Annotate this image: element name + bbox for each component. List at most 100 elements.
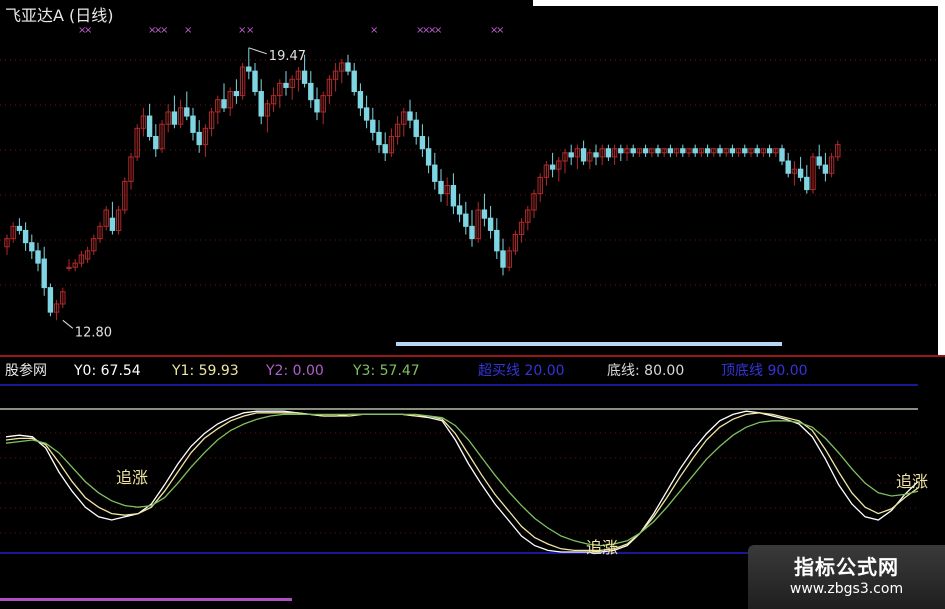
candle-body bbox=[816, 156, 822, 166]
candle-body bbox=[407, 111, 413, 121]
buy-signal-mark: × bbox=[246, 25, 254, 36]
candle-body bbox=[500, 250, 506, 268]
watermark-title: 指标公式网 bbox=[794, 555, 899, 579]
candle-body bbox=[35, 250, 41, 264]
candle-body bbox=[29, 242, 35, 252]
candle-body bbox=[252, 70, 258, 93]
candle-body bbox=[258, 91, 264, 117]
candle-body bbox=[456, 205, 463, 215]
candle-body bbox=[308, 82, 314, 101]
candle-body bbox=[704, 148, 711, 154]
candle-body bbox=[605, 148, 612, 158]
candle-body bbox=[432, 164, 438, 182]
candle-body bbox=[314, 99, 320, 113]
candle-body bbox=[376, 131, 382, 146]
price-band-bar bbox=[396, 342, 782, 346]
candle-body bbox=[41, 258, 47, 289]
high-price-pointer bbox=[248, 47, 267, 55]
candle-body bbox=[345, 62, 351, 72]
right-scale-strip bbox=[938, 0, 945, 355]
signal-label: 追涨 bbox=[586, 538, 618, 557]
top-scale-strip bbox=[533, 0, 945, 6]
candle-body bbox=[450, 185, 457, 207]
chart-canvas: ×× ××× × × × × ×××× ×× 19.4712.80 股参网 Y0: 67.54 Y… bbox=[0, 0, 945, 601]
candle-body bbox=[221, 99, 227, 109]
candle-body bbox=[153, 135, 159, 150]
y2-readout: Y2: 0.00 bbox=[265, 363, 324, 379]
buy-signal-mark: × bbox=[434, 25, 442, 36]
y3-readout: Y3: 57.47 bbox=[352, 363, 420, 379]
watermark: 指标公式网 www.zbgs3.com bbox=[748, 545, 945, 609]
candle-body bbox=[283, 82, 289, 88]
watermark-url: www.zbgs3.com bbox=[789, 581, 904, 597]
candle-body bbox=[469, 225, 475, 240]
candle-body bbox=[729, 148, 736, 154]
y1-readout: Y1: 59.93 bbox=[171, 363, 239, 379]
candle-body bbox=[754, 148, 760, 154]
candle-body bbox=[146, 115, 153, 137]
candle-body bbox=[184, 107, 190, 117]
buy-signal-mark: × bbox=[496, 25, 504, 36]
stock-name: 飞亚达A bbox=[5, 6, 64, 25]
candle-body bbox=[580, 148, 587, 162]
candle-body bbox=[742, 148, 748, 154]
candle-body bbox=[549, 164, 556, 170]
candle-body bbox=[487, 217, 494, 231]
candle-body bbox=[655, 148, 661, 154]
chart-title: 飞亚达A (日线) bbox=[5, 2, 114, 26]
indicator-name: 股参网 bbox=[5, 362, 47, 379]
signal-label: 追涨 bbox=[896, 472, 928, 491]
candle-body bbox=[246, 66, 252, 72]
candle-body bbox=[22, 229, 29, 244]
candle-body bbox=[779, 148, 785, 162]
buy-signal-mark: × bbox=[370, 25, 378, 36]
period-label: (日线) bbox=[69, 6, 114, 25]
candle-body bbox=[351, 70, 357, 93]
candle-body bbox=[109, 217, 116, 231]
candle-body bbox=[196, 131, 202, 146]
candle-body bbox=[419, 135, 426, 150]
candle-body bbox=[822, 164, 829, 174]
candle-body bbox=[568, 152, 574, 158]
candle-body bbox=[463, 213, 469, 227]
candle-body bbox=[804, 176, 810, 191]
candle-body bbox=[785, 160, 791, 174]
buy-signal-mark: × bbox=[84, 25, 92, 36]
line3-readout: 顶底线 90.00 bbox=[721, 363, 808, 379]
signal-label: 追涨 bbox=[116, 468, 148, 487]
candle-body bbox=[494, 229, 500, 252]
high-price-label: 19.47 bbox=[269, 49, 306, 64]
chart-stage: × × × × × × × × × × × × × × × 19.47 12.80 股参网 Y0: 67.54 Y… bbox=[0, 0, 945, 609]
candle-body bbox=[692, 148, 698, 154]
low-price-pointer bbox=[62, 319, 74, 329]
candle-body bbox=[425, 148, 432, 166]
candle-body bbox=[680, 148, 686, 154]
candle-body bbox=[301, 70, 308, 84]
candle-body bbox=[370, 119, 376, 133]
candle-body bbox=[413, 119, 419, 137]
candle-body bbox=[593, 152, 599, 158]
y0-readout: Y0: 67.54 bbox=[73, 363, 141, 379]
candle-body bbox=[797, 168, 804, 178]
bottom-purple-bar bbox=[0, 598, 292, 601]
candle-body bbox=[618, 148, 624, 154]
candle-body bbox=[438, 180, 444, 195]
candle-body bbox=[47, 287, 54, 313]
candle-body bbox=[16, 225, 23, 231]
buy-signal-mark: × bbox=[184, 25, 192, 36]
candle-body bbox=[382, 144, 388, 154]
candle-body bbox=[190, 115, 196, 133]
buy-signal-mark: × bbox=[160, 25, 168, 36]
candle-body bbox=[766, 148, 773, 154]
low-price-label: 12.80 bbox=[75, 325, 112, 340]
candle-body bbox=[717, 148, 723, 154]
candle-body bbox=[357, 91, 364, 109]
candle-body bbox=[667, 148, 674, 154]
candle-body bbox=[630, 148, 636, 154]
line2-readout: 底线: 80.00 bbox=[607, 363, 684, 379]
line1-readout: 超买线 20.00 bbox=[478, 363, 565, 379]
candle-body bbox=[481, 209, 488, 219]
candle-body bbox=[642, 148, 649, 154]
candle-body bbox=[233, 91, 240, 97]
candle-body bbox=[363, 107, 370, 121]
